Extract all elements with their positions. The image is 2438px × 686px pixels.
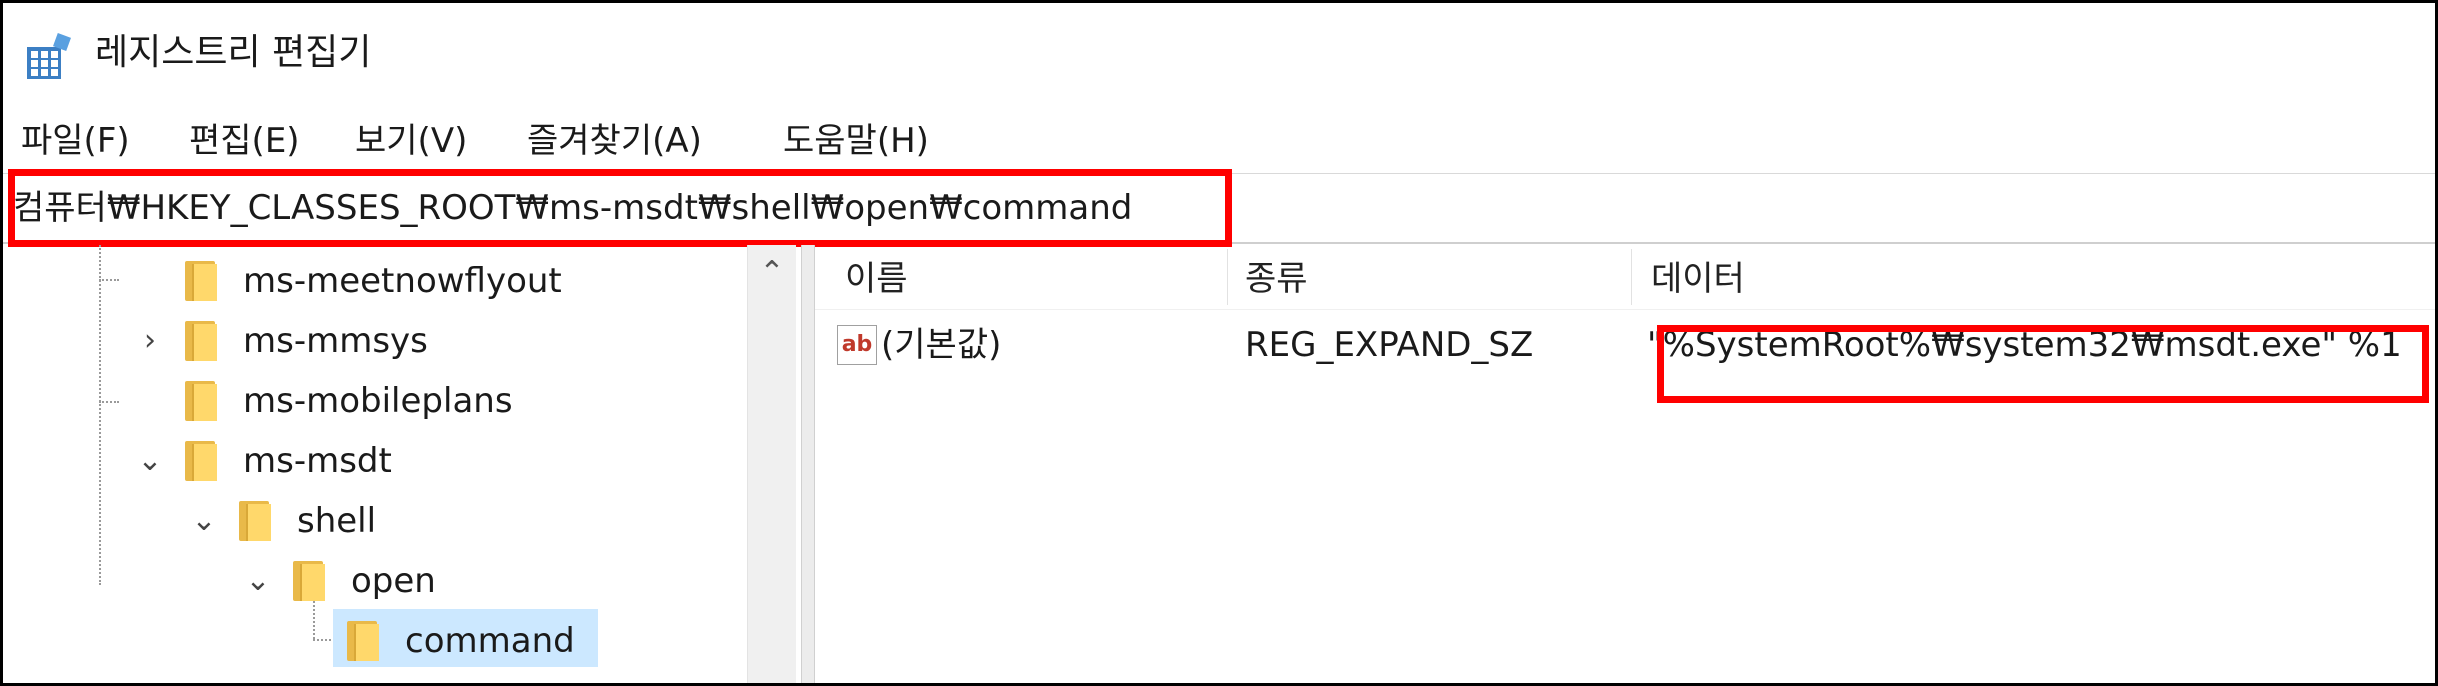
chevron-up-icon[interactable]: ⌃ — [748, 251, 796, 295]
chevron-down-icon[interactable]: ⌄ — [135, 435, 165, 487]
pane-splitter[interactable] — [801, 245, 815, 683]
header-divider — [815, 309, 2435, 310]
column-header-type[interactable]: 종류 — [1245, 253, 1308, 305]
window-title: 레지스트리 편집기 — [95, 32, 372, 73]
tree-item-label: ms-meetnowflyout — [243, 261, 562, 301]
string-value-icon: ab — [837, 325, 877, 365]
address-bar[interactable]: 컴퓨터₩HKEY_CLASSES_ROOT₩ms-msdt₩shell₩open… — [3, 173, 2435, 244]
menu-help[interactable]: 도움말(H) — [779, 111, 933, 171]
folder-icon — [293, 561, 325, 601]
menu-favorites[interactable]: 즐겨찾기(A) — [523, 111, 706, 171]
value-data: "%SystemRoot%₩system32₩msdt.exe" %1 — [1647, 325, 2402, 365]
tree-item-label: shell — [297, 501, 377, 541]
registry-editor-window: 레지스트리 편집기 파일(F) 편집(E) 보기(V) 즐겨찾기(A) 도움말(… — [0, 0, 2438, 686]
value-type: REG_EXPAND_SZ — [1245, 325, 1534, 365]
menu-edit[interactable]: 편집(E) — [185, 111, 304, 171]
tree-item-ms-mmsys[interactable]: › ms-mmsys — [3, 311, 793, 371]
column-header-data[interactable]: 데이터 — [1651, 253, 1745, 305]
tree-item-label: command — [405, 621, 575, 661]
values-list: 이름 종류 데이터 ab (기본값) REG_EXPAND_SZ "%Syste… — [815, 245, 2435, 683]
tree-scrollbar[interactable]: ⌃ — [747, 245, 796, 683]
folder-icon — [185, 261, 217, 301]
folder-icon — [239, 501, 271, 541]
chevron-down-icon[interactable]: ⌄ — [189, 495, 219, 547]
tree-item-command[interactable]: command — [3, 611, 793, 671]
value-name: (기본값) — [881, 325, 1002, 365]
chevron-right-icon[interactable]: › — [135, 315, 165, 367]
chevron-down-icon[interactable]: ⌄ — [243, 555, 273, 607]
tree-item-label: ms-mobileplans — [243, 381, 513, 421]
menu-view[interactable]: 보기(V) — [351, 111, 471, 171]
tree-item-ms-mobileplans[interactable]: ms-mobileplans — [3, 371, 793, 431]
tree-item-label: ms-mmsys — [243, 321, 428, 361]
tree-item-open[interactable]: ⌄ open — [3, 551, 793, 611]
key-tree: ms-meetnowflyout › ms-mmsys ms-mobilepla… — [3, 245, 799, 683]
title-bar: 레지스트리 편집기 — [3, 3, 2435, 103]
menu-bar: 파일(F) 편집(E) 보기(V) 즐겨찾기(A) 도움말(H) — [3, 111, 2435, 171]
column-header-name[interactable]: 이름 — [845, 253, 908, 305]
folder-icon — [347, 621, 379, 661]
tree-item-shell[interactable]: ⌄ shell — [3, 491, 793, 551]
column-separator[interactable] — [1227, 249, 1228, 305]
tree-item-label: open — [351, 561, 436, 601]
tree-item-ms-meetnowflyout[interactable]: ms-meetnowflyout — [3, 251, 793, 311]
column-separator[interactable] — [1631, 249, 1632, 305]
folder-icon — [185, 441, 217, 481]
address-path[interactable]: 컴퓨터₩HKEY_CLASSES_ROOT₩ms-msdt₩shell₩open… — [13, 182, 1132, 234]
menu-file[interactable]: 파일(F) — [17, 111, 134, 171]
registry-editor-icon — [27, 33, 71, 79]
tree-item-label: ms-msdt — [243, 441, 392, 481]
tree-item-ms-msdt[interactable]: ⌄ ms-msdt — [3, 431, 793, 491]
folder-icon — [185, 321, 217, 361]
folder-icon — [185, 381, 217, 421]
